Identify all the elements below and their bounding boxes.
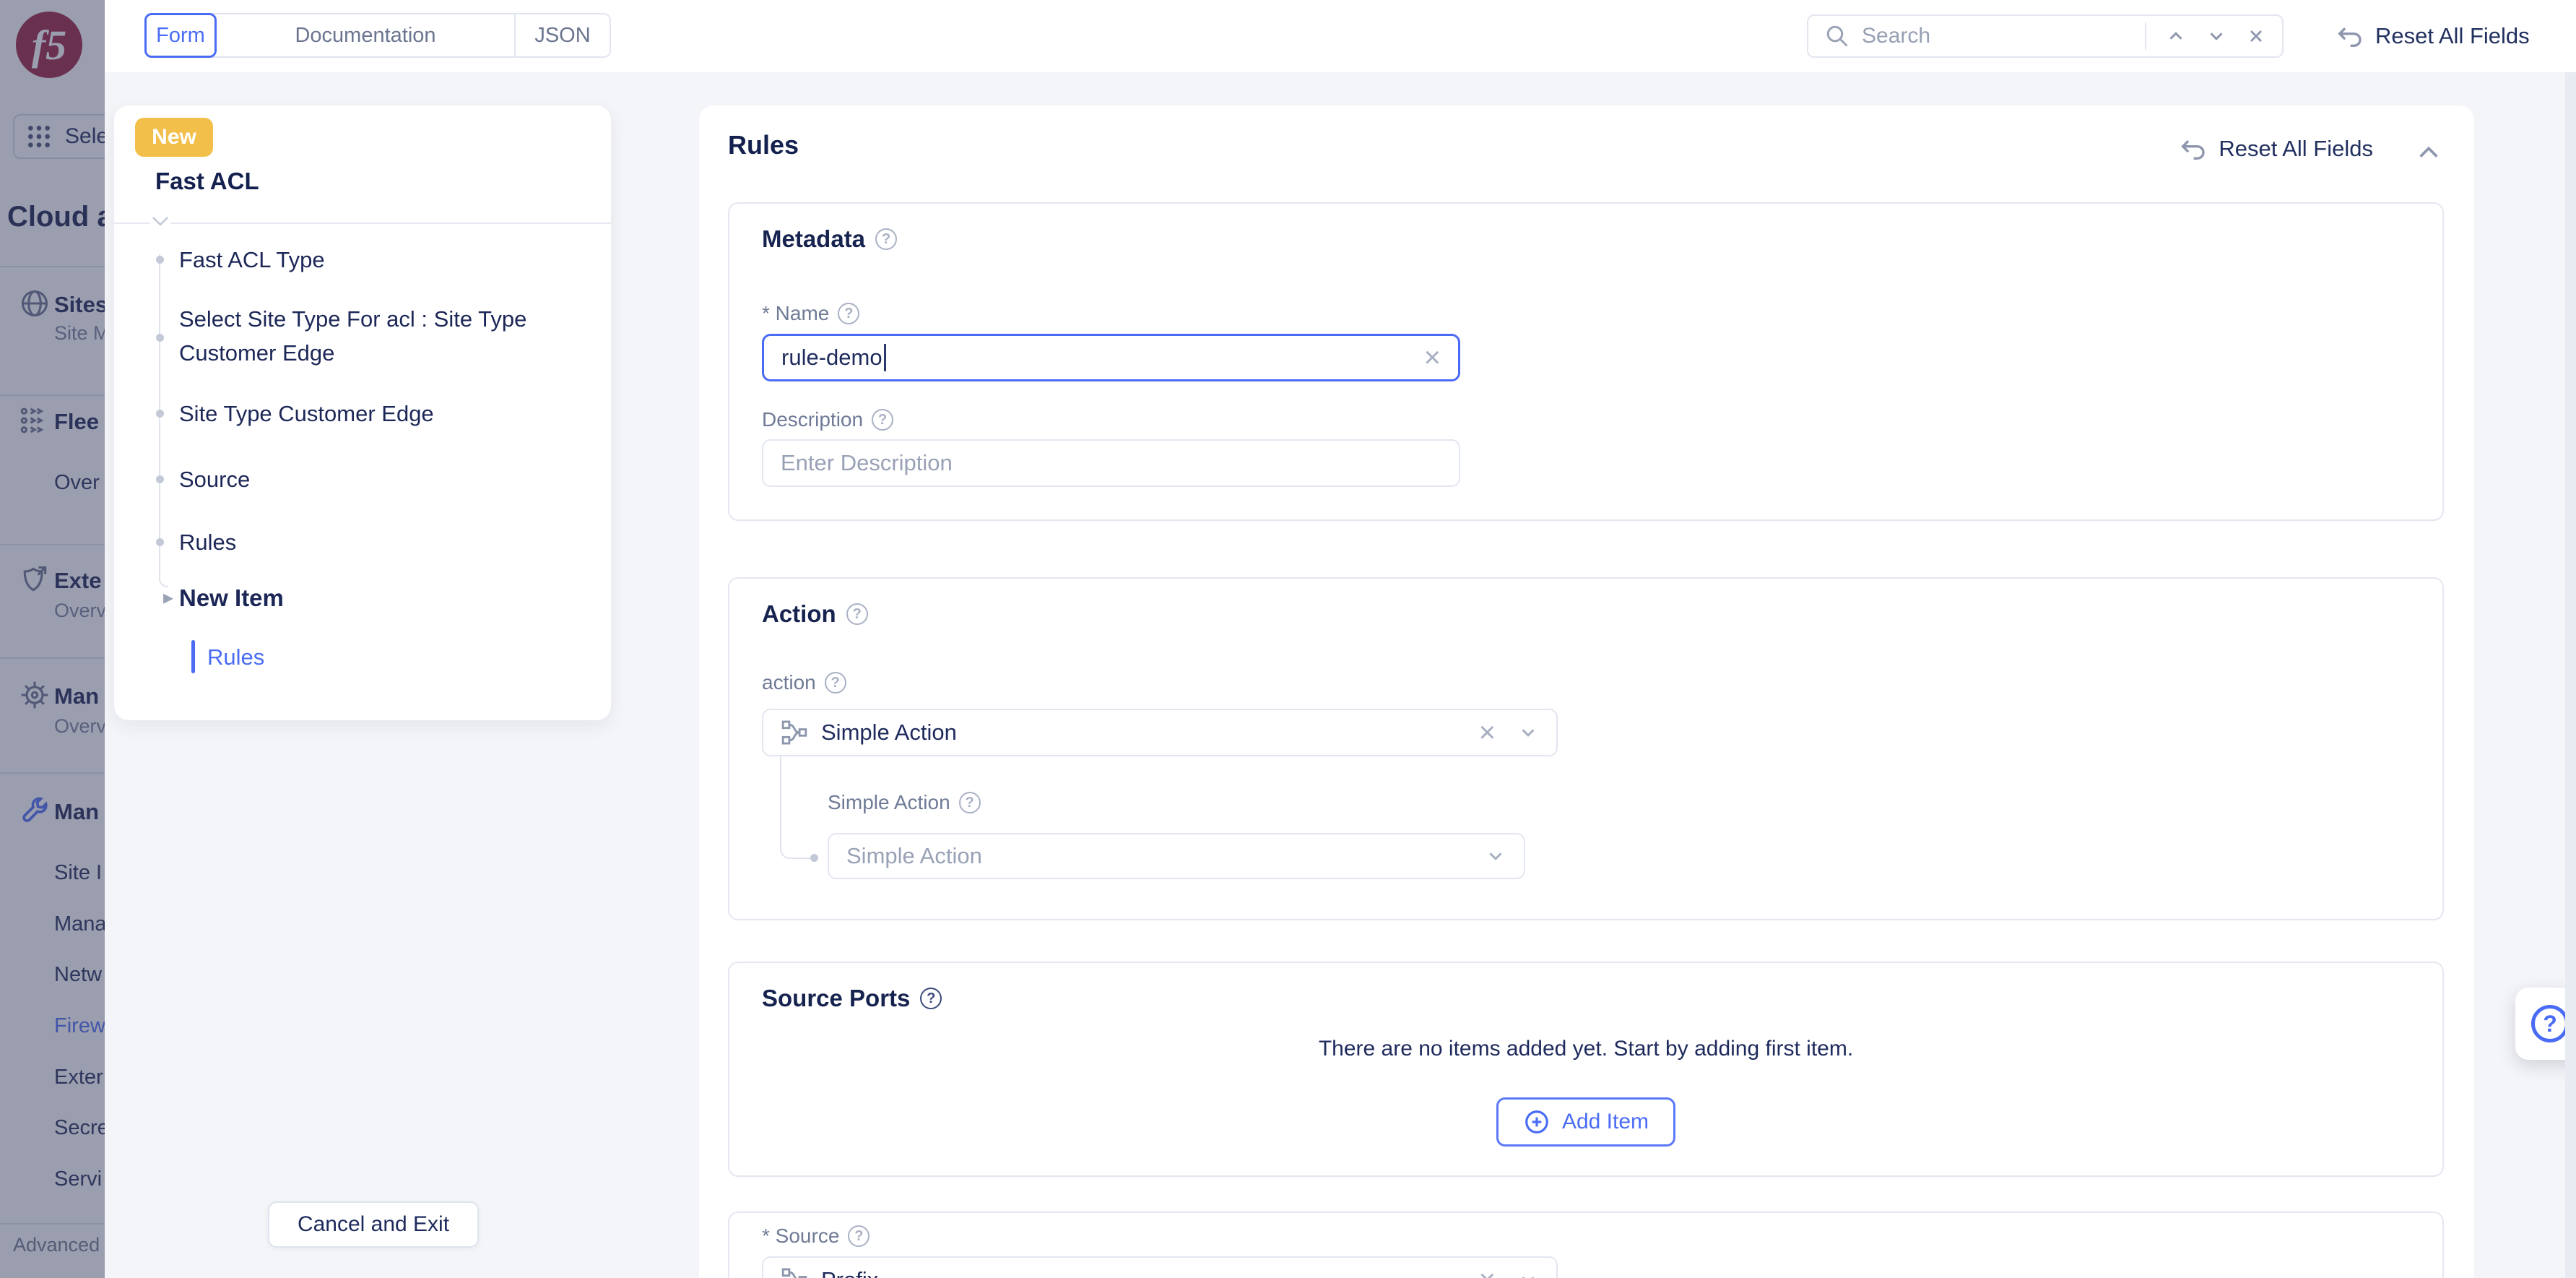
source-ports-title: Source Ports: [762, 985, 942, 1012]
metadata-title: Metadata: [762, 225, 897, 253]
tree-item-select-site-type[interactable]: Select Site Type For acl : Site Type Cus…: [179, 302, 584, 370]
simple-action-label: Simple Action: [828, 791, 981, 814]
help-icon[interactable]: [848, 1225, 869, 1247]
source-select[interactable]: Prefix ×: [762, 1256, 1558, 1278]
page-title: Rules: [728, 130, 799, 160]
simple-action-select[interactable]: Simple Action: [828, 833, 1525, 879]
sidebar-dim-overlay: [0, 0, 105, 1278]
action-field-label: action: [762, 671, 846, 694]
undo-icon: [2335, 22, 2364, 51]
help-circle-icon: ?: [2531, 1005, 2569, 1042]
source-ports-section: Source Ports There are no items added ye…: [728, 962, 2444, 1177]
tab-form[interactable]: Form: [144, 13, 217, 58]
search-next-icon[interactable]: [2206, 25, 2227, 47]
rules-form-card: Rules Reset All Fields Metadata * Name r…: [699, 105, 2474, 1278]
vertical-scrollbar[interactable]: [2565, 72, 2576, 1278]
view-tabs: Form Documentation JSON: [144, 13, 611, 58]
tree-dot: [156, 410, 164, 418]
help-icon[interactable]: [875, 228, 897, 250]
tree-dot: [156, 475, 164, 483]
action-title: Action: [762, 600, 868, 628]
nested-connector-line: [780, 756, 815, 859]
tree-item-site-type-customer-edge[interactable]: Site Type Customer Edge: [179, 397, 434, 431]
source-label: * Source: [762, 1225, 869, 1248]
tree-item-fast-acl-type[interactable]: Fast ACL Type: [179, 243, 325, 277]
tree-item-rules[interactable]: Rules: [179, 525, 236, 559]
name-input[interactable]: rule-demo ×: [762, 334, 1460, 381]
empty-state-text: There are no items added yet. Start by a…: [729, 1037, 2442, 1061]
search-placeholder: Search: [1862, 24, 1930, 48]
clear-select-icon[interactable]: ×: [1479, 718, 1496, 747]
name-label: * Name: [762, 302, 859, 325]
tree-dot: [156, 538, 164, 546]
tree-item-source[interactable]: Source: [179, 462, 250, 496]
help-icon[interactable]: [838, 303, 859, 324]
drawer-divider: [114, 223, 611, 224]
collapse-section-icon[interactable]: [2416, 143, 2441, 162]
connector-dot: [810, 854, 818, 862]
help-icon[interactable]: [872, 409, 893, 431]
chevron-down-icon[interactable]: [1517, 1269, 1539, 1278]
search-prev-icon[interactable]: [2165, 25, 2187, 47]
fast-acl-drawer: New Fast ACL Fast ACL Type Select Site T…: [114, 105, 611, 720]
tab-documentation[interactable]: Documentation: [217, 14, 516, 56]
tree-dot: [156, 256, 164, 264]
description-label: Description: [762, 408, 893, 431]
tree-guide-elbow: [159, 568, 168, 587]
active-item-bar: [191, 640, 195, 673]
undo-icon: [2178, 134, 2207, 163]
left-sidebar: f5 Sele Cloud a Sites Site M Flee Over E…: [0, 0, 105, 1278]
flow-icon: [781, 719, 808, 746]
help-icon[interactable]: [959, 792, 981, 813]
text-cursor: [884, 344, 886, 371]
search-divider: [2145, 22, 2146, 50]
help-icon[interactable]: [825, 672, 846, 694]
search-icon: [1824, 23, 1850, 49]
tree-item-new-item[interactable]: New Item: [179, 581, 284, 615]
description-input[interactable]: Enter Description: [762, 439, 1460, 487]
tab-json[interactable]: JSON: [516, 14, 610, 56]
plus-circle-icon: [1523, 1108, 1551, 1136]
chevron-down-icon[interactable]: [1517, 722, 1539, 743]
help-icon[interactable]: [920, 988, 942, 1009]
clear-input-icon[interactable]: ×: [1424, 343, 1441, 372]
cancel-and-exit-button[interactable]: Cancel and Exit: [268, 1201, 479, 1248]
drawer-title: Fast ACL: [155, 168, 259, 195]
tree-item-rules-active[interactable]: Rules: [207, 644, 264, 670]
metadata-section: Metadata * Name rule-demo × Description …: [728, 202, 2444, 521]
collapse-notch-icon[interactable]: [150, 215, 170, 233]
reset-all-fields-button[interactable]: Reset All Fields: [2335, 14, 2530, 58]
form-reset-all-fields-button[interactable]: Reset All Fields: [2178, 134, 2373, 163]
flow-icon: [781, 1266, 808, 1278]
source-section: * Source Prefix ×: [728, 1212, 2444, 1278]
help-icon[interactable]: [846, 603, 868, 625]
action-select[interactable]: Simple Action ×: [762, 709, 1558, 756]
search-clear-icon[interactable]: [2246, 26, 2266, 46]
chevron-down-icon[interactable]: [1485, 845, 1506, 867]
tree-dot: [156, 334, 164, 342]
search-input[interactable]: Search: [1807, 14, 2284, 58]
action-section: Action action Simple Action × Simple Act…: [728, 577, 2444, 920]
clear-select-icon[interactable]: ×: [1479, 1266, 1496, 1278]
top-bar: Form Documentation JSON Search Reset All…: [0, 0, 2576, 72]
new-badge: New: [135, 118, 213, 157]
tree-arrow-icon: ▸: [163, 585, 173, 609]
add-item-button[interactable]: Add Item: [1496, 1097, 1675, 1147]
